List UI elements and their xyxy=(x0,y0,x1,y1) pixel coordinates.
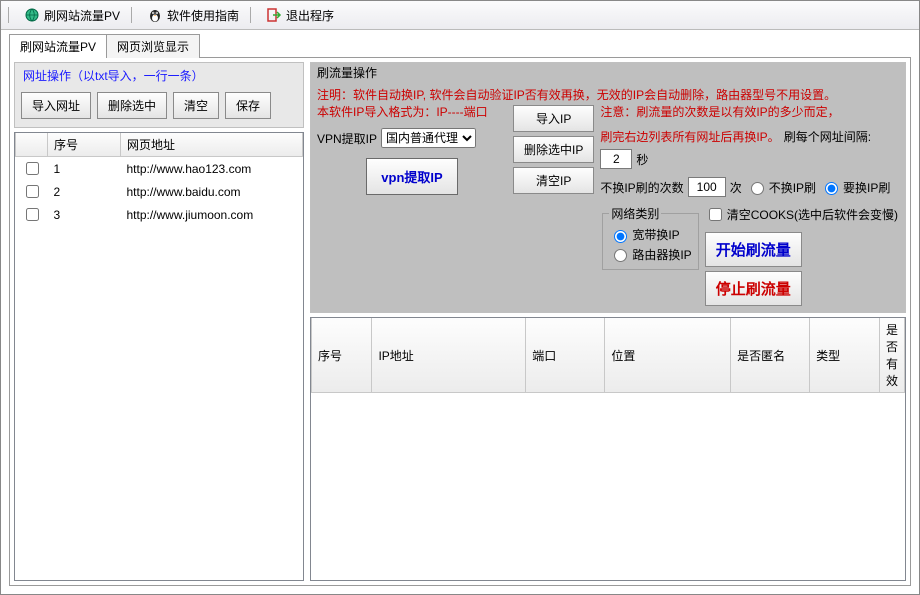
ip-col-seq[interactable]: 序号 xyxy=(312,318,372,393)
start-button[interactable]: 开始刷流量 xyxy=(705,232,802,267)
row-checkbox[interactable] xyxy=(26,208,39,221)
table-row[interactable]: 1http://www.hao123.com xyxy=(16,157,303,181)
toolbar-guide-button[interactable]: 软件使用指南 xyxy=(141,5,245,26)
note-line: 注明：软件自动换IP, 软件会自动验证IP否有效再换，无效的IP会自动删除，路由… xyxy=(317,86,836,103)
ip-table: 序号 IP地址 端口 位置 是否匿名 类型 是否有效 xyxy=(311,318,905,393)
ip-col-port[interactable]: 端口 xyxy=(526,318,605,393)
radio-broadband[interactable]: 宽带换IP xyxy=(609,226,679,243)
vpn-extract-button[interactable]: vpn提取IP xyxy=(366,158,457,195)
vpn-select[interactable]: 国内普通代理 xyxy=(381,128,476,148)
interval-input[interactable] xyxy=(600,149,632,169)
network-type-legend: 网络类别 xyxy=(609,205,661,222)
ip-col-anon[interactable]: 是否匿名 xyxy=(731,318,810,393)
clear-ip-button[interactable]: 清空IP xyxy=(513,167,594,194)
url-group-title: 网址操作（以txt导入，一行一条） xyxy=(21,67,206,84)
traffic-group-title: 刷流量操作 xyxy=(317,66,377,80)
clear-cooks-checkbox[interactable]: 清空COOKS(选中后软件会变慢) xyxy=(705,205,899,224)
interval-label-pre: 刷每个网址间隔: xyxy=(784,128,871,145)
nochange-count-input[interactable] xyxy=(688,177,726,197)
vpn-label: VPN提取IP xyxy=(317,130,377,147)
radio-change[interactable]: 要换IP刷 xyxy=(820,179,890,196)
globe-icon xyxy=(24,7,40,23)
row-url: http://www.jiumoon.com xyxy=(121,203,303,226)
toolbar-pv-button[interactable]: 刷网站流量PV xyxy=(18,5,126,26)
format-line: 本软件IP导入格式为：IP----端口 xyxy=(317,105,488,119)
row-seq: 1 xyxy=(48,157,121,181)
ip-col-type[interactable]: 类型 xyxy=(810,318,880,393)
warn-line2: 刷完右边列表所有网址后再换IP。 xyxy=(600,128,779,145)
url-table: 序号 网页地址 1http://www.hao123.com2http://ww… xyxy=(15,133,303,226)
toolbar-guide-label: 软件使用指南 xyxy=(167,7,239,24)
url-col-seq[interactable]: 序号 xyxy=(48,133,121,157)
ip-col-valid[interactable]: 是否有效 xyxy=(879,318,904,393)
toolbar-pv-label: 刷网站流量PV xyxy=(44,7,120,24)
row-url: http://www.hao123.com xyxy=(121,157,303,181)
clear-url-button[interactable]: 清空 xyxy=(173,92,219,119)
stop-button[interactable]: 停止刷流量 xyxy=(705,271,802,306)
url-ops-group: 网址操作（以txt导入，一行一条） 导入网址 删除选中 清空 保存 xyxy=(14,62,304,128)
ip-col-loc[interactable]: 位置 xyxy=(605,318,731,393)
nochange-pre: 不换IP刷的次数 xyxy=(600,179,683,196)
url-table-container: 序号 网页地址 1http://www.hao123.com2http://ww… xyxy=(14,132,304,581)
tab-strip: 刷网站流量PV 网页浏览显示 xyxy=(9,36,911,58)
main-toolbar: 刷网站流量PV 软件使用指南 退出程序 xyxy=(1,1,919,30)
exit-icon xyxy=(266,7,282,23)
import-ip-button[interactable]: 导入IP xyxy=(513,105,594,132)
nochange-post: 次 xyxy=(730,179,742,196)
network-type-group: 网络类别 宽带换IP 路由器换IP xyxy=(602,205,698,270)
row-checkbox[interactable] xyxy=(26,185,39,198)
tab-pv[interactable]: 刷网站流量PV xyxy=(9,34,107,58)
interval-label-post: 秒 xyxy=(636,151,648,168)
penguin-icon xyxy=(147,7,163,23)
ip-table-container: 序号 IP地址 端口 位置 是否匿名 类型 是否有效 xyxy=(310,317,906,581)
radio-router[interactable]: 路由器换IP xyxy=(609,246,691,263)
table-row[interactable]: 2http://www.baidu.com xyxy=(16,180,303,203)
row-url: http://www.baidu.com xyxy=(121,180,303,203)
radio-nochange[interactable]: 不换IP刷 xyxy=(746,179,816,196)
delete-selected-url-button[interactable]: 删除选中 xyxy=(97,92,167,119)
row-checkbox[interactable] xyxy=(26,162,39,175)
warn-line: 注意：刷流量的次数是以有效IP的多少而定， xyxy=(600,105,839,119)
import-url-button[interactable]: 导入网址 xyxy=(21,92,91,119)
url-col-url[interactable]: 网页地址 xyxy=(121,133,303,157)
toolbar-exit-label: 退出程序 xyxy=(286,7,334,24)
save-url-button[interactable]: 保存 xyxy=(225,92,271,119)
tab-browse[interactable]: 网页浏览显示 xyxy=(106,34,200,58)
delete-ip-button[interactable]: 删除选中IP xyxy=(513,136,594,163)
row-seq: 3 xyxy=(48,203,121,226)
row-seq: 2 xyxy=(48,180,121,203)
toolbar-exit-button[interactable]: 退出程序 xyxy=(260,5,340,26)
traffic-ops-group: 刷流量操作 注明：软件自动换IP, 软件会自动验证IP否有效再换，无效的IP会自… xyxy=(310,62,906,313)
ip-col-ip[interactable]: IP地址 xyxy=(372,318,526,393)
table-row[interactable]: 3http://www.jiumoon.com xyxy=(16,203,303,226)
